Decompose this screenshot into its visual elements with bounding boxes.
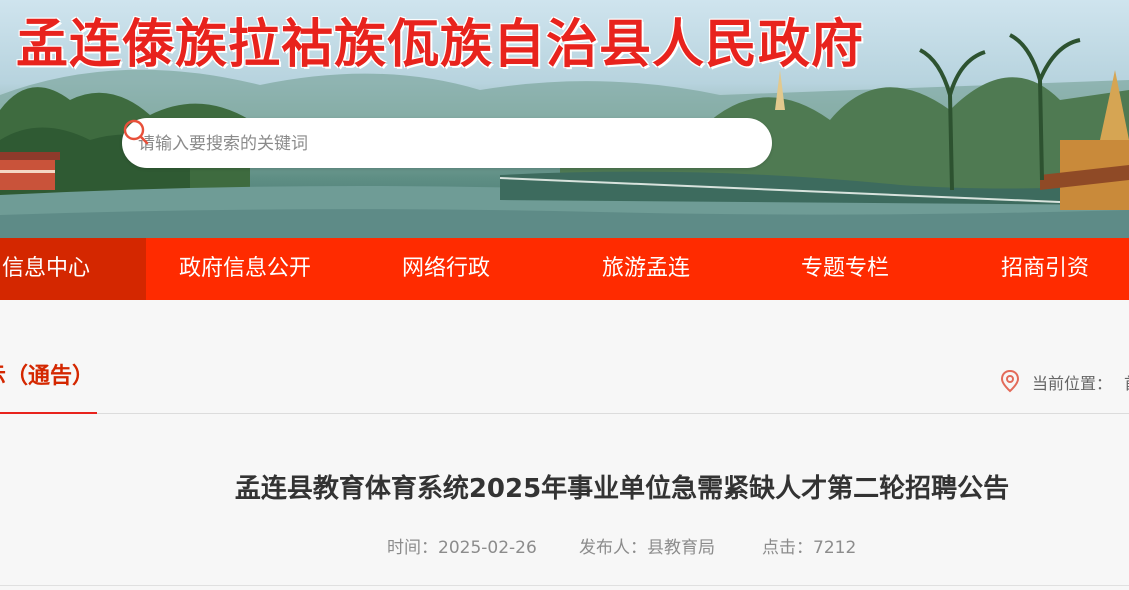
divider xyxy=(0,585,1129,586)
nav-item-online-admin[interactable]: 网络行政 xyxy=(402,238,490,300)
article-click-count: 点击：7212 xyxy=(762,538,857,558)
article-publisher: 发布人：县教育局 xyxy=(579,538,715,558)
nav-item-investment[interactable]: 招商引资 xyxy=(1001,238,1089,300)
section-title: 示（通告） xyxy=(0,364,95,389)
nav-item-info-center[interactable]: 信息中心 xyxy=(0,238,146,300)
main-nav: 信息中心 政府信息公开 网络行政 旅游孟连 专题专栏 招商引资 xyxy=(0,238,1129,300)
article-time: 时间：2025-02-26 xyxy=(387,538,537,558)
nav-item-tourism[interactable]: 旅游孟连 xyxy=(602,238,690,300)
section-header: 示（通告） xyxy=(0,300,1129,414)
search-box xyxy=(122,118,772,168)
site-title: 孟连傣族拉祜族佤族自治县人民政府 xyxy=(16,15,865,75)
nav-item-gov-info[interactable]: 政府信息公开 xyxy=(179,238,311,300)
location-pin-icon xyxy=(1000,369,1020,393)
breadcrumb-label: 当前位置： xyxy=(1032,374,1113,393)
nav-item-special-topics[interactable]: 专题专栏 xyxy=(801,238,889,300)
search-input[interactable] xyxy=(136,126,710,162)
breadcrumb-home-link[interactable]: 首 xyxy=(1124,370,1129,394)
header-banner: 孟连傣族拉祜族佤族自治县人民政府 xyxy=(0,0,1129,238)
article-title: 孟连县教育体育系统2025年事业单位急需紧缺人才第二轮招聘公告 xyxy=(234,474,1010,504)
section-title-underline xyxy=(0,412,97,414)
search-icon[interactable] xyxy=(122,118,150,146)
